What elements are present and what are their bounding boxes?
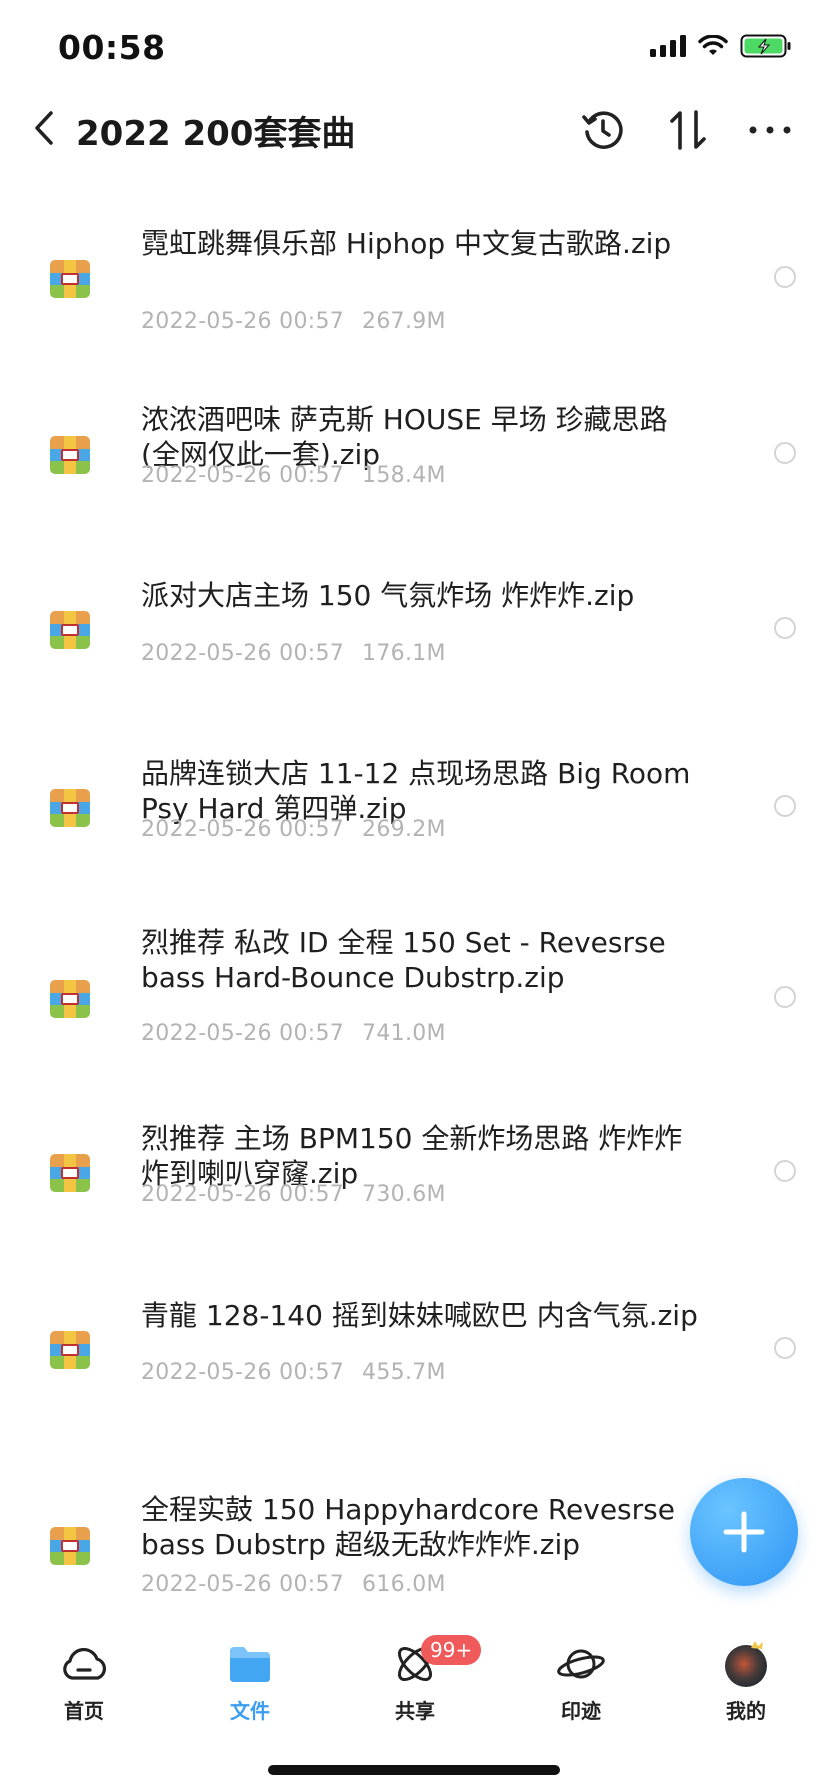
zip-archive-icon [50, 789, 90, 827]
zip-archive-icon [50, 611, 90, 649]
folder-icon [225, 1639, 275, 1689]
file-name: 派对大店主场 150 气氛炸场 炸炸炸.zip [141, 579, 635, 612]
sort-arrows-icon [670, 110, 706, 150]
file-date: 2022-05-26 00:57 [141, 463, 345, 488]
file-size: 267.9M [362, 309, 446, 334]
tab-home[interactable]: 首页 [24, 1639, 144, 1724]
file-row[interactable]: 浓浓酒吧味 萨克斯 HOUSE 早场 珍藏思路 (全网仅此一套).zip 202… [0, 347, 828, 524]
file-meta: 2022-05-26 00:57 616.0M [141, 1572, 446, 1597]
home-indicator [268, 1765, 560, 1775]
tab-label: 我的 [726, 1699, 766, 1723]
select-radio[interactable] [774, 1337, 796, 1359]
file-row[interactable]: 派对大店主场 150 气氛炸场 炸炸炸.zip 2022-05-26 00:57… [0, 524, 828, 701]
file-row[interactable]: 霓虹跳舞俱乐部 Hiphop 中文复古歌路.zip 2022-05-26 00:… [0, 170, 828, 347]
avatar-icon [721, 1639, 771, 1689]
file-date: 2022-05-26 00:57 [141, 1182, 345, 1207]
select-radio[interactable] [774, 266, 796, 288]
status-icons [650, 34, 792, 58]
zip-archive-icon [50, 260, 90, 298]
file-meta: 2022-05-26 00:57 741.0M [141, 1021, 446, 1046]
file-size: 741.0M [362, 1021, 446, 1046]
tab-profile[interactable]: 我的 [686, 1639, 806, 1724]
file-meta: 2022-05-26 00:57 158.4M [141, 463, 446, 488]
file-meta: 2022-05-26 00:57 455.7M [141, 1360, 446, 1385]
battery-charging-icon [740, 34, 791, 58]
file-name: 青龍 128-140 摇到妹妹喊欧巴 内含气氛.zip [141, 1299, 698, 1332]
plus-icon [723, 1511, 765, 1553]
file-name: 品牌连锁大店 11-12 点现场思路 Big Room Psy Hard 第四弹… [141, 757, 691, 825]
file-meta: 2022-05-26 00:57 267.9M [141, 309, 446, 334]
file-date: 2022-05-26 00:57 [141, 309, 345, 334]
file-row[interactable]: 烈推荐 主场 BPM150 全新炸场思路 炸炸炸 炸到喇叭穿窿.zip 2022… [0, 1068, 828, 1245]
file-size: 269.2M [362, 817, 446, 842]
more-dots-icon [749, 126, 791, 134]
status-time: 00:58 [58, 28, 166, 67]
file-name: 烈推荐 私改 ID 全程 150 Set - Revesrse bass Har… [141, 926, 666, 994]
status-bar: 00:58 [0, 0, 828, 100]
select-radio[interactable] [774, 986, 796, 1008]
nav-bar: 2022 200套套曲 [0, 96, 828, 160]
file-name: 浓浓酒吧味 萨克斯 HOUSE 早场 珍藏思路 (全网仅此一套).zip [141, 403, 668, 471]
tab-label: 首页 [64, 1699, 104, 1723]
page-title: 2022 200套套曲 [76, 114, 356, 154]
zip-archive-icon [50, 1154, 90, 1192]
file-size: 455.7M [362, 1360, 446, 1385]
select-radio[interactable] [774, 442, 796, 464]
wifi-icon [698, 35, 728, 55]
notification-badge: 99+ [421, 1635, 482, 1665]
planet-icon [556, 1639, 606, 1689]
add-fab-button[interactable] [690, 1478, 798, 1586]
file-name: 烈推荐 主场 BPM150 全新炸场思路 炸炸炸 炸到喇叭穿窿.zip [141, 1122, 683, 1190]
home-cloud-icon [59, 1639, 109, 1689]
file-size: 616.0M [362, 1572, 446, 1597]
more-button[interactable] [742, 102, 798, 158]
file-date: 2022-05-26 00:57 [141, 817, 345, 842]
sort-button[interactable] [660, 102, 716, 158]
tab-share[interactable]: 共享 99+ [355, 1635, 482, 1724]
file-size: 730.6M [362, 1182, 446, 1207]
file-name: 霓虹跳舞俱乐部 Hiphop 中文复古歌路.zip [141, 227, 672, 260]
file-meta: 2022-05-26 00:57 269.2M [141, 817, 446, 842]
zip-archive-icon [50, 436, 90, 474]
file-row[interactable]: 烈推荐 私改 ID 全程 150 Set - Revesrse bass Har… [0, 878, 828, 1068]
select-radio[interactable] [774, 795, 796, 817]
file-date: 2022-05-26 00:57 [141, 1572, 345, 1597]
history-button[interactable] [575, 102, 631, 158]
file-row[interactable]: 品牌连锁大店 11-12 点现场思路 Big Room Psy Hard 第四弹… [0, 701, 828, 878]
chevron-left-icon [35, 111, 53, 145]
file-date: 2022-05-26 00:57 [141, 1360, 345, 1385]
file-size: 176.1M [362, 641, 446, 666]
file-date: 2022-05-26 00:57 [141, 1021, 345, 1046]
file-row[interactable]: 青龍 128-140 摇到妹妹喊欧巴 内含气氛.zip 2022-05-26 0… [0, 1245, 828, 1422]
file-name: 全程实鼓 150 Happyhardcore Revesrse bass Dub… [141, 1493, 675, 1561]
back-button[interactable] [24, 104, 64, 152]
cellular-signal-icon [650, 35, 686, 57]
tab-trace[interactable]: 印迹 [521, 1639, 641, 1724]
select-radio[interactable] [774, 1160, 796, 1182]
tab-label: 共享 [395, 1699, 435, 1723]
tab-label: 印迹 [561, 1699, 601, 1723]
tab-label: 文件 [230, 1699, 270, 1723]
zip-archive-icon [50, 1331, 90, 1369]
history-clock-icon [582, 111, 623, 149]
file-date: 2022-05-26 00:57 [141, 641, 345, 666]
file-size: 158.4M [362, 463, 446, 488]
tab-files[interactable]: 文件 [190, 1639, 310, 1724]
file-list: 霓虹跳舞俱乐部 Hiphop 中文复古歌路.zip 2022-05-26 00:… [0, 170, 828, 1625]
file-meta: 2022-05-26 00:57 176.1M [141, 641, 446, 666]
zip-archive-icon [50, 1527, 90, 1565]
select-radio[interactable] [774, 617, 796, 639]
zip-archive-icon [50, 980, 90, 1018]
file-meta: 2022-05-26 00:57 730.6M [141, 1182, 446, 1207]
